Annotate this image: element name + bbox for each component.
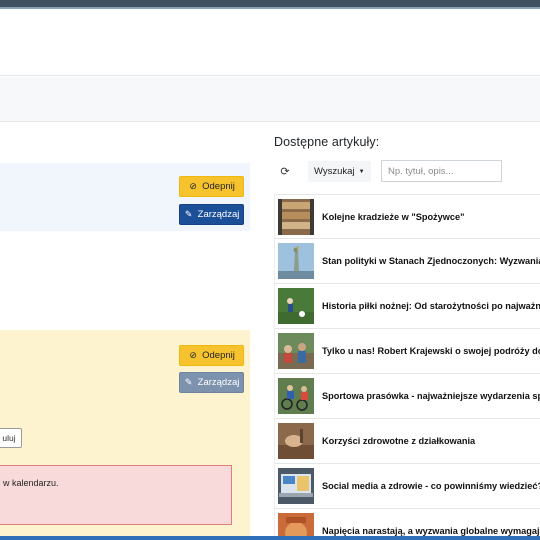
article-title: Sportowa prasówka - najważniejsze wydarz…: [322, 391, 540, 401]
edit-icon: ✎: [184, 209, 193, 219]
article-thumbnail: [278, 333, 314, 369]
window-title-bar: [0, 0, 540, 7]
caret-down-icon: ▼: [358, 168, 365, 175]
article-title: Korzyści zdrowotne z działkowania: [322, 436, 476, 446]
article-title: Napięcia narastają, a wyzwania globalne …: [322, 526, 540, 536]
article-thumbnail: [278, 243, 314, 279]
cancel-button-partial[interactable]: uluj: [0, 428, 22, 448]
app-window: ⊘ Odepnij ✎ Zarządzaj ⊘ Odepnij ✎ Zarząd…: [0, 0, 540, 540]
unpin-label: Odepnij: [202, 350, 235, 361]
list-item[interactable]: Korzyści zdrowotne z działkowania: [274, 419, 540, 464]
pinned-articles-panel: ⊘ Odepnij ✎ Zarządzaj ⊘ Odepnij ✎ Zarząd…: [0, 123, 262, 540]
alert-box: w kalendarzu.: [0, 465, 232, 525]
article-title: Kolejne kradzieże w "Spożywce": [322, 212, 465, 222]
manage-button-disabled[interactable]: ✎ Zarządzaj: [179, 372, 244, 393]
manage-button[interactable]: ✎ Zarządzaj: [179, 204, 244, 225]
search-dropdown[interactable]: Wyszukaj ▼: [308, 161, 371, 182]
unpin-button[interactable]: ⊘ Odepnij: [179, 345, 244, 366]
edit-icon: ✎: [184, 377, 193, 387]
pinned-card-yellow: ⊘ Odepnij ✎ Zarządzaj uluj w kalendarzu.: [0, 330, 250, 540]
search-input[interactable]: [381, 160, 502, 182]
panel-title: Dostępne artykuły:: [274, 135, 380, 149]
article-thumbnail: [278, 199, 314, 235]
article-thumbnail: [278, 468, 314, 504]
manage-label: Zarządzaj: [197, 377, 240, 388]
list-item[interactable]: Kolejne kradzieże w "Spożywce": [274, 194, 540, 239]
unpin-label: Odepnij: [202, 181, 235, 192]
list-item[interactable]: Sportowa prasówka - najważniejsze wydarz…: [274, 374, 540, 419]
available-articles-panel: Dostępne artykuły: ⟳ Wyszukaj ▼ Kolejne …: [262, 123, 540, 540]
refresh-button[interactable]: ⟳: [274, 161, 296, 182]
ban-icon: ⊘: [189, 181, 197, 191]
list-item[interactable]: Social media a zdrowie - co powinniśmy w…: [274, 464, 540, 509]
alert-text: w kalendarzu.: [3, 478, 59, 488]
pinned-card-blue: ⊘ Odepnij ✎ Zarządzaj: [0, 163, 250, 231]
partial-button-label: uluj: [2, 433, 16, 443]
article-title: Stan polityki w Stanach Zjednoczonych: W…: [322, 256, 540, 266]
article-list: Kolejne kradzieże w "Spożywce" Stan poli…: [274, 194, 540, 540]
list-item[interactable]: Historia piłki nożnej: Od starożytności …: [274, 284, 540, 329]
search-dropdown-label: Wyszukaj: [314, 166, 355, 177]
article-title: Social media a zdrowie - co powinniśmy w…: [322, 481, 540, 491]
window-bottom-edge: [0, 536, 540, 540]
page-header: [0, 9, 540, 76]
page-subheader: [0, 77, 540, 122]
list-item[interactable]: Stan polityki w Stanach Zjednoczonych: W…: [274, 239, 540, 284]
article-title: Tylko u nas! Robert Krajewski o swojej p…: [322, 346, 540, 356]
refresh-icon: ⟳: [280, 166, 290, 178]
article-thumbnail: [278, 423, 314, 459]
article-thumbnail: [278, 378, 314, 414]
article-thumbnail: [278, 288, 314, 324]
article-title: Historia piłki nożnej: Od starożytności …: [322, 301, 540, 311]
unpin-button[interactable]: ⊘ Odepnij: [179, 176, 244, 197]
ban-icon: ⊘: [189, 350, 197, 360]
manage-label: Zarządzaj: [197, 209, 240, 220]
list-item[interactable]: Tylko u nas! Robert Krajewski o swojej p…: [274, 329, 540, 374]
